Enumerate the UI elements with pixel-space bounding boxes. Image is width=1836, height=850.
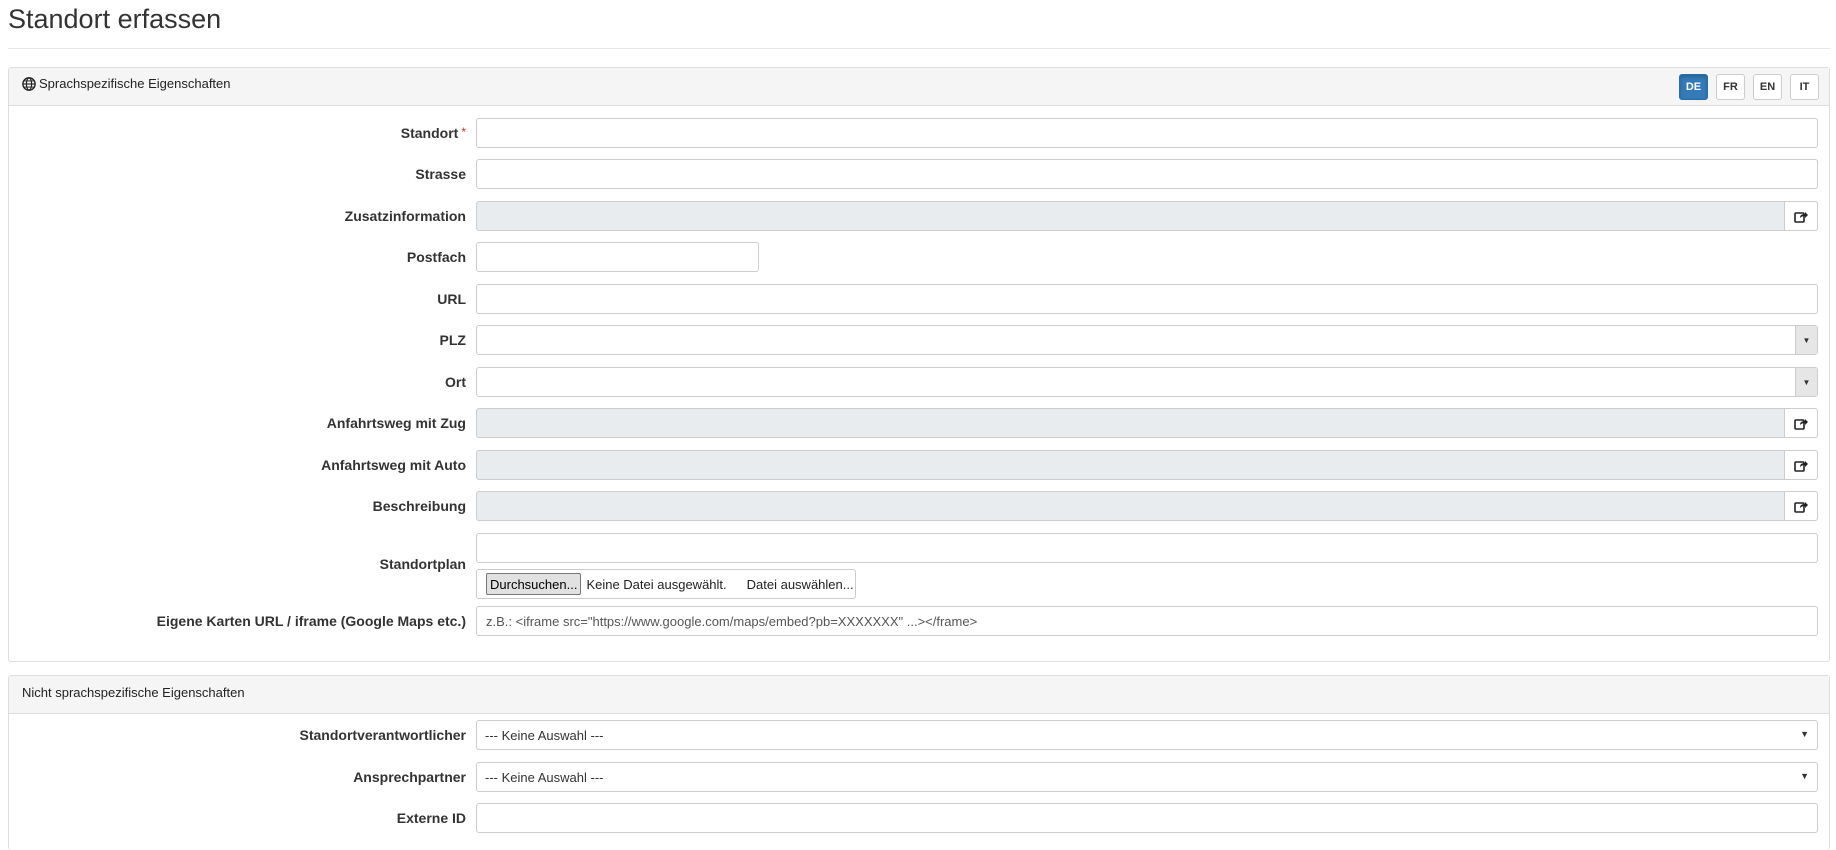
globe-icon (22, 76, 36, 91)
externe-id-input[interactable] (476, 803, 1818, 833)
form-row-anfahrt-zug: Anfahrtsweg mit Zug (9, 408, 1829, 438)
field-label: Ansprechpartner (353, 769, 466, 785)
caret-down-icon: ▼ (1800, 729, 1809, 739)
field-label: Postfach (406, 249, 466, 265)
field-label: Standort * (400, 125, 466, 141)
required-marker: * (461, 125, 466, 139)
standort-input[interactable] (476, 118, 1818, 148)
form-row-anfahrt-auto: Anfahrtsweg mit Auto (9, 450, 1829, 480)
form-row-plz: PLZ ▼ (9, 325, 1829, 355)
field-label: Ort (445, 374, 466, 390)
anfahrt-auto-input (476, 450, 1784, 480)
language-button-it[interactable]: IT (1790, 74, 1819, 100)
form-row-url: URL (9, 284, 1829, 314)
language-specific-panel: Sprachspezifische Eigenschaften DE FR EN… (8, 67, 1830, 662)
field-label: Beschreibung (372, 498, 466, 514)
strasse-input[interactable] (476, 159, 1818, 189)
field-label: PLZ (439, 332, 466, 348)
form-row-strasse: Strasse (9, 159, 1829, 189)
share-icon (1794, 211, 1808, 223)
language-button-en[interactable]: EN (1753, 74, 1782, 100)
field-label: Eigene Karten URL / iframe (Google Maps … (156, 613, 466, 629)
form-row-externe-id: Externe ID (9, 803, 1829, 833)
field-label: Anfahrtsweg mit Zug (326, 415, 466, 431)
zusatzinformation-input (476, 201, 1784, 231)
plz-select[interactable]: ▼ (476, 325, 1818, 355)
non-language-specific-panel: Nicht sprachspezifische Eigenschaften St… (8, 675, 1830, 850)
verantwortlicher-select[interactable]: --- Keine Auswahl --- ▼ (476, 720, 1818, 750)
field-label: Zusatzinformation (344, 208, 466, 224)
field-label: Externe ID (396, 810, 466, 826)
form-row-verantwortlicher: Standortverantwortlicher --- Keine Auswa… (9, 720, 1829, 750)
karten-url-input[interactable]: z.B.: <iframe src="https://www.google.co… (476, 606, 1818, 636)
anfahrt-zug-input (476, 408, 1784, 438)
field-label: URL (437, 291, 466, 307)
language-button-de[interactable]: DE (1679, 74, 1708, 100)
field-label: Standortplan (379, 556, 466, 572)
postfach-input[interactable] (476, 242, 759, 272)
panel-heading-language-specific: Sprachspezifische Eigenschaften DE FR EN… (9, 68, 1829, 106)
edit-anfahrt-zug-button[interactable] (1784, 408, 1818, 438)
page-title: Standort erfassen (8, 4, 222, 34)
edit-zusatzinformation-button[interactable] (1784, 201, 1818, 231)
form-row-ansprechpartner: Ansprechpartner --- Keine Auswahl --- ▼ (9, 762, 1829, 792)
field-label: Strasse (415, 166, 466, 182)
panel-title: Sprachspezifische Eigenschaften (39, 76, 231, 91)
form-row-standortplan: Standortplan Durchsuchen... Keine Datei … (9, 533, 1829, 599)
panel-title: Nicht sprachspezifische Eigenschaften (22, 685, 245, 700)
edit-beschreibung-button[interactable] (1784, 491, 1818, 521)
form-row-beschreibung: Beschreibung (9, 491, 1829, 521)
form-row-ort: Ort ▼ (9, 367, 1829, 397)
browse-button[interactable]: Durchsuchen... (486, 573, 582, 595)
language-switcher: DE FR EN IT (1679, 74, 1819, 100)
choose-file-button[interactable]: Datei auswählen... (747, 577, 854, 592)
file-status: Keine Datei ausgewählt. (586, 576, 727, 592)
karten-url-placeholder: z.B.: <iframe src="https://www.google.co… (486, 614, 978, 629)
selected-value: --- Keine Auswahl --- (485, 770, 604, 785)
caret-down-icon[interactable]: ▼ (1795, 326, 1817, 354)
caret-down-icon: ▼ (1800, 771, 1809, 781)
caret-down-icon[interactable]: ▼ (1795, 368, 1817, 396)
standortplan-text-input[interactable] (476, 533, 1818, 563)
language-button-fr[interactable]: FR (1716, 74, 1745, 100)
form-row-postfach: Postfach (9, 242, 1829, 272)
form-row-standort: Standort * (9, 118, 1829, 148)
panel-heading-non-language-specific: Nicht sprachspezifische Eigenschaften (9, 676, 1829, 714)
ort-select[interactable]: ▼ (476, 367, 1818, 397)
share-icon (1794, 418, 1808, 430)
url-input[interactable] (476, 284, 1818, 314)
field-label: Standortverantwortlicher (299, 727, 466, 743)
edit-anfahrt-auto-button[interactable] (1784, 450, 1818, 480)
ansprechpartner-select[interactable]: --- Keine Auswahl --- ▼ (476, 762, 1818, 792)
share-icon (1794, 501, 1808, 513)
beschreibung-input (476, 491, 1784, 521)
title-divider (8, 48, 1830, 49)
share-icon (1794, 460, 1808, 472)
form-row-karten-url: Eigene Karten URL / iframe (Google Maps … (9, 606, 1829, 636)
selected-value: --- Keine Auswahl --- (485, 728, 604, 743)
file-upload: Durchsuchen... Keine Datei ausgewählt. D… (476, 569, 856, 599)
form-row-zusatzinformation: Zusatzinformation (9, 201, 1829, 231)
field-label: Anfahrtsweg mit Auto (321, 457, 466, 473)
